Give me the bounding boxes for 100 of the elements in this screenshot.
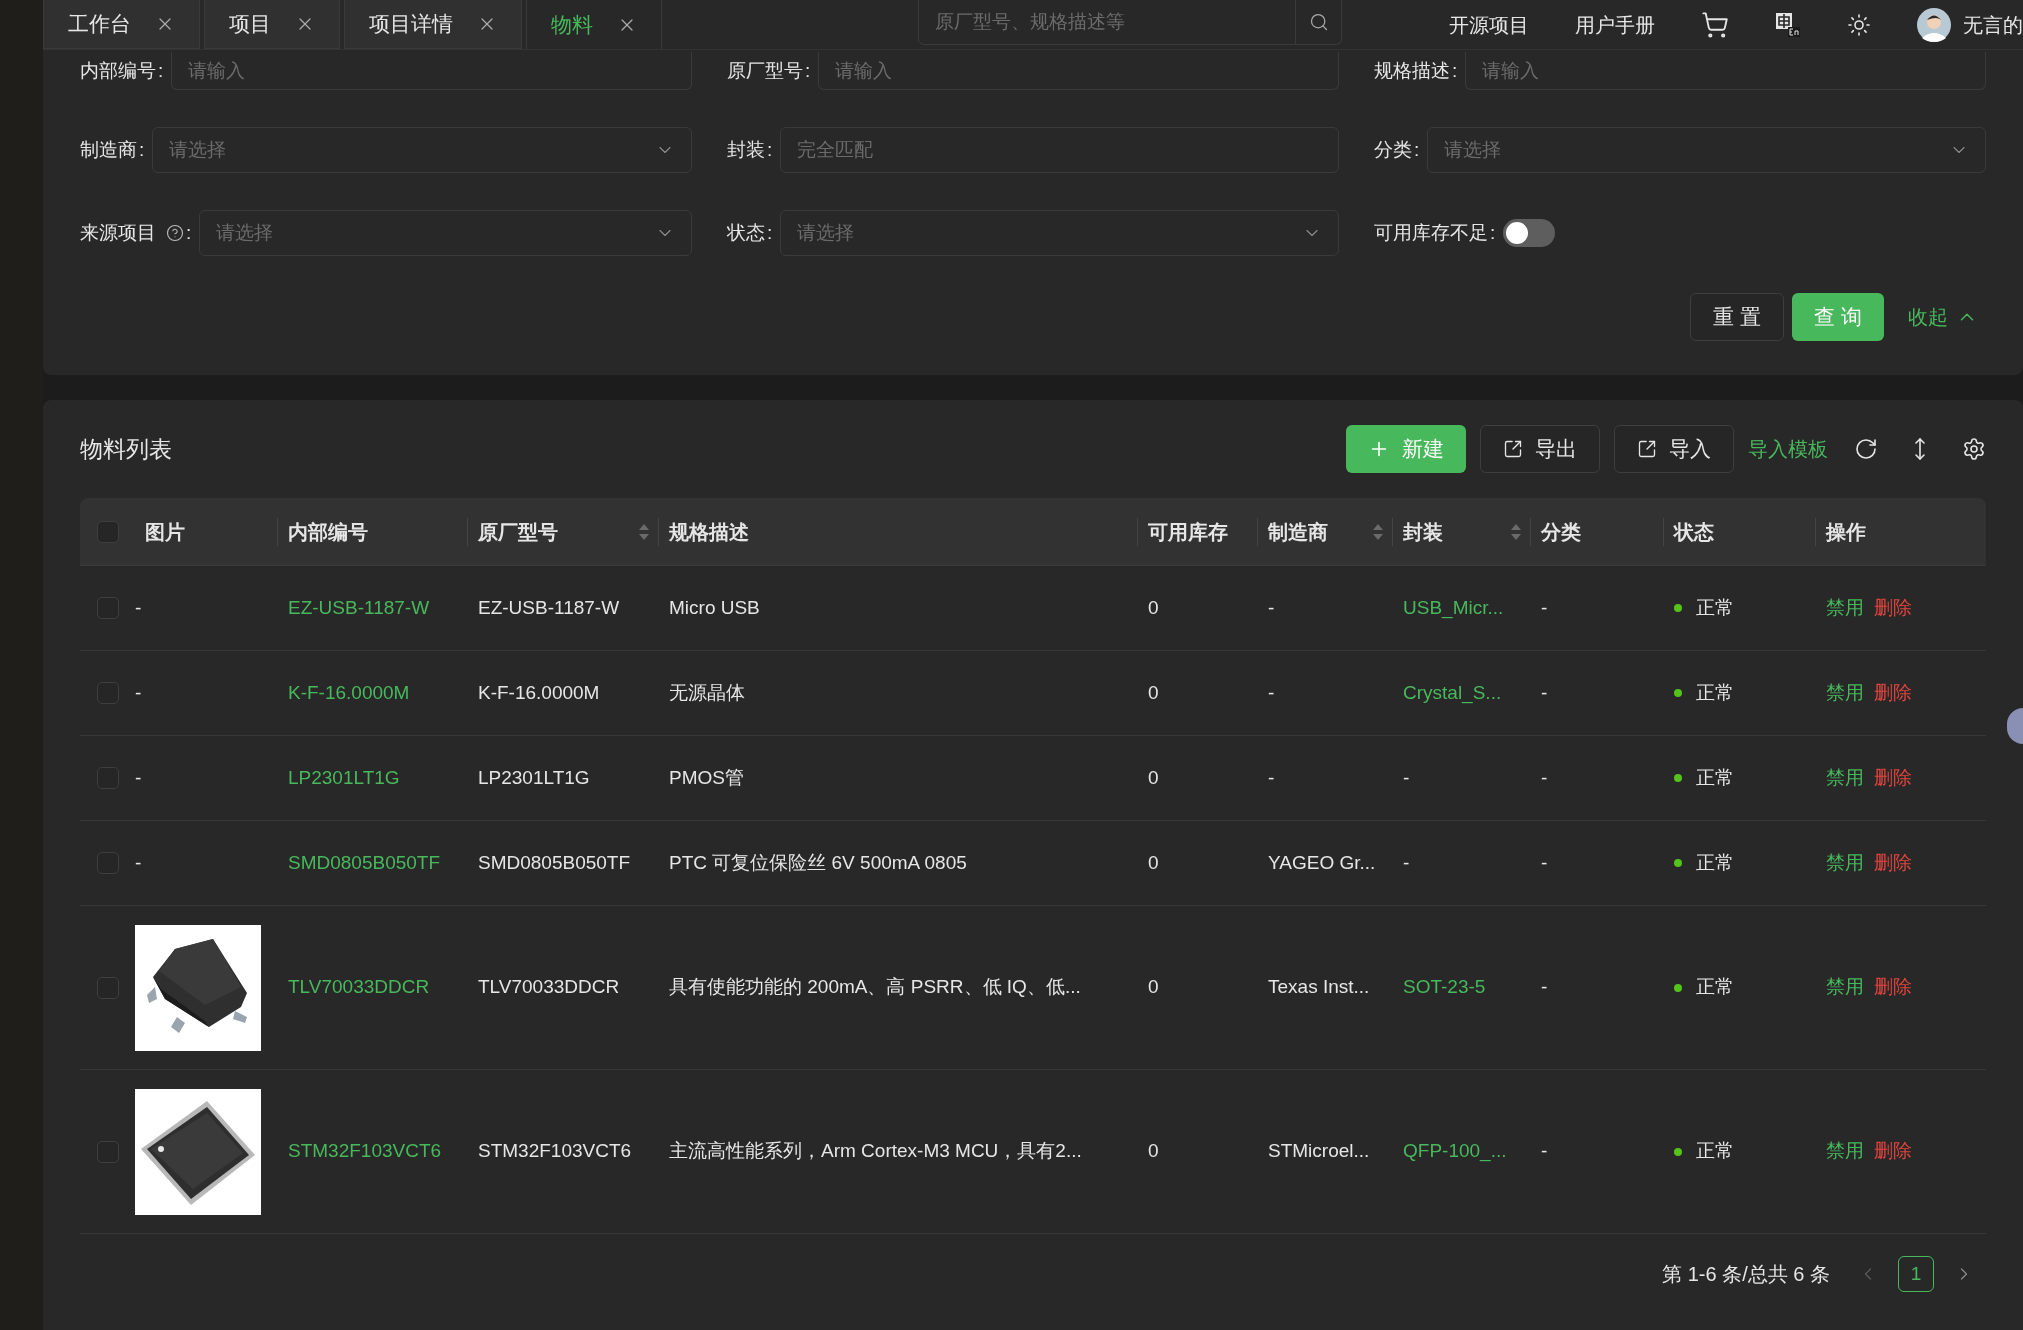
- package-link[interactable]: QFP-100_...: [1403, 1137, 1507, 1166]
- table-cell-text: -: [1403, 765, 1410, 790]
- package-link[interactable]: SOT-23-5: [1403, 973, 1486, 1002]
- part-link[interactable]: LP2301LT1G: [288, 763, 400, 793]
- column-header[interactable]: 原厂型号: [468, 516, 558, 547]
- package-link[interactable]: Crystal_S...: [1403, 678, 1502, 708]
- table-cell-text: -: [1541, 765, 1548, 790]
- disable-link[interactable]: 禁用: [1826, 1137, 1864, 1166]
- checkbox[interactable]: [96, 976, 119, 999]
- delete-link[interactable]: 删除: [1874, 763, 1912, 793]
- pagination-summary: 第 1-6 条/总共 6 条: [1662, 1262, 1830, 1287]
- field-label: 封装: [727, 137, 765, 162]
- toolbar-button[interactable]: 导出: [1480, 425, 1600, 473]
- avatar-icon[interactable]: [1917, 7, 1951, 42]
- tab[interactable]: 物料: [526, 0, 662, 49]
- table-cell-text: -: [135, 765, 142, 790]
- text-field[interactable]: 完全匹配: [780, 127, 1339, 173]
- column-header: 可用库存: [1147, 519, 1228, 545]
- label-colon: :: [1490, 220, 1496, 245]
- delete-link[interactable]: 删除: [1874, 1137, 1912, 1166]
- table-cell-text: -: [1268, 765, 1275, 790]
- field-label: 内部编号: [80, 58, 156, 83]
- column-header: 操作: [1824, 519, 1866, 545]
- search-field[interactable]: 原厂型号、规格描述等: [918, 0, 1296, 45]
- table-cell-text: Texas Inst...: [1268, 975, 1370, 1000]
- checkbox[interactable]: [96, 520, 119, 543]
- toggle-switch[interactable]: [1503, 219, 1556, 247]
- disable-link[interactable]: 禁用: [1826, 593, 1864, 623]
- part-link[interactable]: STM32F103VCT6: [288, 1137, 442, 1166]
- user-name[interactable]: 无言的: [1963, 9, 2023, 40]
- table-cell-text: -: [1541, 595, 1548, 620]
- column-header[interactable]: 封装: [1393, 516, 1443, 547]
- column-header: 分类: [1540, 519, 1581, 545]
- help-icon[interactable]: [166, 224, 184, 242]
- disable-link[interactable]: 禁用: [1826, 678, 1864, 708]
- refresh-icon[interactable]: [1854, 437, 1878, 461]
- label-colon: :: [767, 220, 773, 245]
- header-link[interactable]: 用户手册: [1575, 9, 1655, 40]
- tab[interactable]: 项目: [204, 0, 340, 49]
- table-cell-text: 具有使能功能的 200mA、高 PSRR、低 IQ、低...: [669, 975, 1081, 1000]
- table-cell-text: SMD0805B050TF: [478, 850, 631, 875]
- disable-link[interactable]: 禁用: [1826, 848, 1864, 878]
- toolbar-button[interactable]: 导入: [1614, 425, 1734, 473]
- label-colon: :: [1452, 58, 1458, 83]
- table-cell-text: Micro USB: [669, 595, 760, 620]
- column-header: 图片: [144, 519, 185, 545]
- table-cell-text: STM32F103VCT6: [478, 1139, 632, 1164]
- checkbox[interactable]: [96, 1140, 119, 1163]
- table-cell-text: YAGEO Gr...: [1268, 850, 1376, 875]
- reset-button[interactable]: 重 置: [1690, 293, 1785, 341]
- status-text: 正常: [1696, 1139, 1734, 1164]
- page-button[interactable]: 1: [1898, 1256, 1934, 1292]
- search-icon[interactable]: [1308, 11, 1329, 32]
- delete-link[interactable]: 删除: [1874, 593, 1912, 623]
- field-label: 来源项目: [80, 220, 156, 245]
- status-text: 正常: [1696, 595, 1734, 620]
- settings-icon[interactable]: [1962, 437, 1986, 461]
- delete-link[interactable]: 删除: [1874, 973, 1912, 1002]
- table-cell-text: 0: [1148, 595, 1159, 620]
- search-button[interactable]: [1296, 0, 1342, 45]
- disable-link[interactable]: 禁用: [1826, 973, 1864, 1002]
- table-cell-text: STMicroel...: [1268, 1139, 1370, 1164]
- package-link[interactable]: USB_Micr...: [1403, 593, 1504, 623]
- status-text: 正常: [1696, 850, 1734, 875]
- table-cell-text: 无源晶体: [669, 680, 745, 705]
- text-field[interactable]: 请输入: [171, 52, 692, 90]
- table-cell-text: K-F-16.0000M: [478, 680, 600, 705]
- label-colon: :: [186, 220, 192, 245]
- disable-link[interactable]: 禁用: [1826, 763, 1864, 793]
- language-icon[interactable]: [1775, 11, 1801, 38]
- table-cell-text: 0: [1148, 1139, 1159, 1164]
- part-link[interactable]: K-F-16.0000M: [288, 678, 410, 708]
- collapse-link[interactable]: 收起: [1908, 302, 1978, 332]
- table-cell-text: -: [1541, 1139, 1548, 1164]
- field-label: 分类: [1374, 137, 1412, 162]
- text-field[interactable]: 请输入: [1465, 52, 1986, 90]
- header-link[interactable]: 开源项目: [1449, 9, 1529, 40]
- field-label: 状态: [727, 220, 765, 245]
- table-cell-text: -: [1403, 850, 1410, 875]
- checkbox[interactable]: [96, 682, 119, 704]
- checkbox[interactable]: [96, 597, 119, 619]
- template-link[interactable]: 导入模板: [1748, 434, 1828, 464]
- part-link[interactable]: TLV70033DDCR: [288, 973, 430, 1002]
- text-field[interactable]: 请输入: [818, 52, 1339, 90]
- field-label: 制造商: [80, 137, 137, 162]
- delete-link[interactable]: 删除: [1874, 678, 1912, 708]
- delete-link[interactable]: 删除: [1874, 848, 1912, 878]
- cart-icon[interactable]: [1701, 10, 1729, 39]
- status-text: 正常: [1696, 680, 1734, 705]
- column-header[interactable]: 制造商: [1258, 516, 1328, 547]
- checkbox[interactable]: [96, 767, 119, 789]
- table-cell-text: 主流高性能系列，Arm Cortex-M3 MCU，具有2...: [669, 1139, 1082, 1164]
- theme-icon[interactable]: [1847, 12, 1871, 37]
- tab[interactable]: 项目详情: [344, 0, 522, 49]
- tab[interactable]: 工作台: [43, 0, 200, 49]
- field-label: 原厂型号: [727, 58, 803, 83]
- table-cell-text: 0: [1148, 765, 1159, 790]
- part-link[interactable]: EZ-USB-1187-W: [288, 593, 430, 623]
- checkbox[interactable]: [96, 852, 119, 874]
- part-link[interactable]: SMD0805B050TF: [288, 848, 441, 878]
